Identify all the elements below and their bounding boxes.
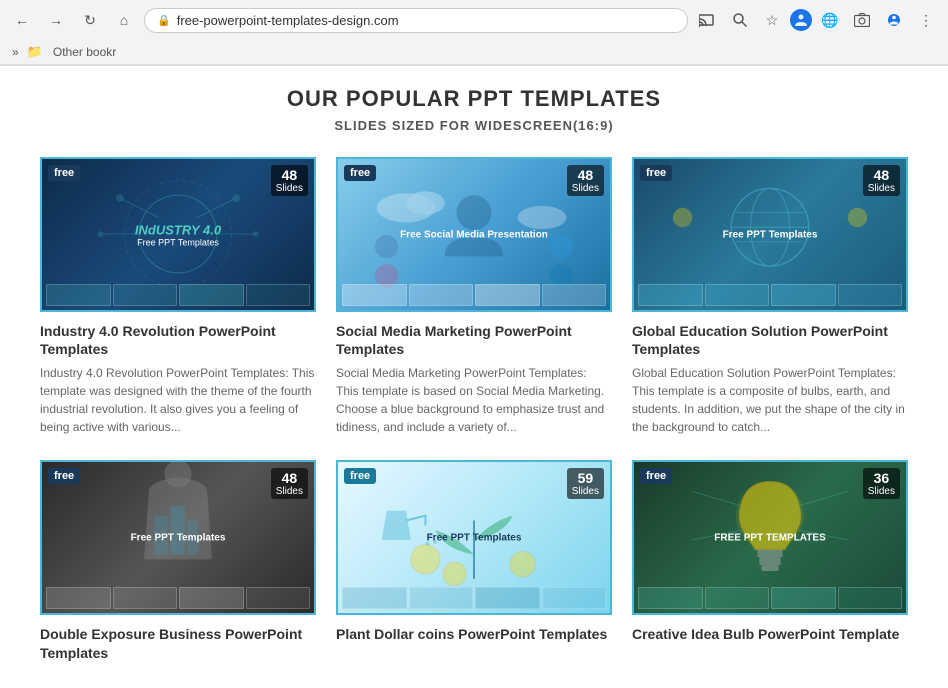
- free-badge-3: free: [640, 165, 672, 181]
- other-bookmarks[interactable]: Other bookr: [47, 43, 122, 61]
- template-desc-2: Social Media Marketing PowerPoint Templa…: [336, 364, 612, 436]
- template-desc-3: Global Education Solution PowerPoint Tem…: [632, 364, 908, 436]
- reload-button[interactable]: ↻: [76, 6, 104, 34]
- template-card-global-education[interactable]: free 48 Slides: [632, 157, 908, 436]
- template-grid: free 48 Slides: [40, 157, 908, 668]
- home-button[interactable]: ⌂: [110, 6, 138, 34]
- page-subheading: SLIDES SIZED FOR WIDESCREEN(16:9): [40, 118, 908, 133]
- template-name-2: Social Media Marketing PowerPoint Templa…: [336, 322, 612, 358]
- card1-subtitle: Free PPT Templates: [69, 237, 287, 247]
- bookmarks-bar: » 📁 Other bookr: [0, 40, 948, 65]
- page-heading: OUR POPULAR PPT TEMPLATES: [40, 86, 908, 112]
- template-card-social-media[interactable]: free 48 Slides: [336, 157, 612, 436]
- card4-title: Free PPT Templates: [69, 528, 287, 547]
- cast-button[interactable]: [694, 6, 722, 34]
- slides-badge-6: 36 Slides: [863, 468, 900, 499]
- free-badge-2: free: [344, 165, 376, 181]
- card6-center: FREE PPT TEMPLATES: [661, 528, 879, 547]
- template-thumbnail-industry-40: free 48 Slides: [40, 157, 316, 312]
- template-thumbnail-creative-idea: free 36 Slides: [632, 460, 908, 615]
- card3-title: Free PPT Templates: [661, 225, 879, 244]
- bookmark-folder-icon: 📁: [27, 44, 43, 60]
- template-name-4: Double Exposure Business PowerPoint Temp…: [40, 625, 316, 661]
- free-badge-1: free: [48, 165, 80, 181]
- address-bar[interactable]: 🔒 free-powerpoint-templates-design.com: [144, 8, 688, 33]
- card4-mini-slides: [46, 587, 310, 609]
- forward-button[interactable]: →: [42, 6, 70, 34]
- url-text: free-powerpoint-templates-design.com: [177, 13, 675, 28]
- bookmarks-chevron[interactable]: »: [8, 43, 23, 61]
- bookmark-star-button[interactable]: ☆: [758, 6, 786, 34]
- globe-button[interactable]: 🌐: [816, 6, 844, 34]
- slides-badge-5: 59 Slides: [567, 468, 604, 499]
- template-card-double-exposure[interactable]: free 48 Slides Fr: [40, 460, 316, 667]
- card5-center: Free PPT Templates: [365, 528, 583, 547]
- template-thumbnail-double-exposure: free 48 Slides Fr: [40, 460, 316, 615]
- profile-avatar[interactable]: [790, 9, 812, 31]
- card6-title: FREE PPT TEMPLATES: [661, 528, 879, 547]
- card4-center: Free PPT Templates: [69, 528, 287, 547]
- profile-menu-button[interactable]: [880, 6, 908, 34]
- screenshot-button[interactable]: [848, 6, 876, 34]
- template-thumbnail-global-education: free 48 Slides: [632, 157, 908, 312]
- template-thumbnail-social-media: free 48 Slides: [336, 157, 612, 312]
- free-badge-6: free: [640, 468, 672, 484]
- browser-toolbar: ← → ↻ ⌂ 🔒 free-powerpoint-templates-desi…: [0, 0, 948, 40]
- card2-center: Free Social Media Presentation: [365, 225, 583, 244]
- template-card-creative-idea[interactable]: free 36 Slides: [632, 460, 908, 667]
- free-badge-4: free: [48, 468, 80, 484]
- template-name-3: Global Education Solution PowerPoint Tem…: [632, 322, 908, 358]
- card2-mini-slides: [342, 284, 606, 306]
- card1-center: INdUSTRY 4.0 Free PPT Templates: [69, 222, 287, 247]
- template-card-plant-dollar[interactable]: free 59 Slides: [336, 460, 612, 667]
- slides-badge-4: 48 Slides: [271, 468, 308, 499]
- page-content: OUR POPULAR PPT TEMPLATES SLIDES SIZED F…: [0, 66, 948, 688]
- template-name-6: Creative Idea Bulb PowerPoint Template: [632, 625, 908, 643]
- slides-badge-2: 48 Slides: [567, 165, 604, 196]
- more-button[interactable]: ⋮: [912, 6, 940, 34]
- card5-title: Free PPT Templates: [365, 528, 583, 547]
- toolbar-icons: ☆ 🌐: [694, 6, 940, 34]
- browser-chrome: ← → ↻ ⌂ 🔒 free-powerpoint-templates-desi…: [0, 0, 948, 66]
- card2-title: Free Social Media Presentation: [365, 225, 583, 244]
- card1-title: INdUSTRY 4.0: [69, 222, 287, 237]
- template-name-1: Industry 4.0 Revolution PowerPoint Templ…: [40, 322, 316, 358]
- template-thumbnail-plant-dollar: free 59 Slides: [336, 460, 612, 615]
- lock-icon: 🔒: [157, 14, 171, 27]
- template-card-industry-40[interactable]: free 48 Slides: [40, 157, 316, 436]
- back-button[interactable]: ←: [8, 6, 36, 34]
- free-badge-5: free: [344, 468, 376, 484]
- card3-center: Free PPT Templates: [661, 225, 879, 244]
- card3-mini-slides: [638, 284, 902, 306]
- template-name-5: Plant Dollar coins PowerPoint Templates: [336, 625, 612, 643]
- card1-mini-slides: [46, 284, 310, 306]
- slides-badge-3: 48 Slides: [863, 165, 900, 196]
- card6-mini-slides: [638, 587, 902, 609]
- template-desc-1: Industry 4.0 Revolution PowerPoint Templ…: [40, 364, 316, 436]
- slides-badge-1: 48 Slides: [271, 165, 308, 196]
- search-button[interactable]: [726, 6, 754, 34]
- card5-mini-slides: [342, 587, 606, 609]
